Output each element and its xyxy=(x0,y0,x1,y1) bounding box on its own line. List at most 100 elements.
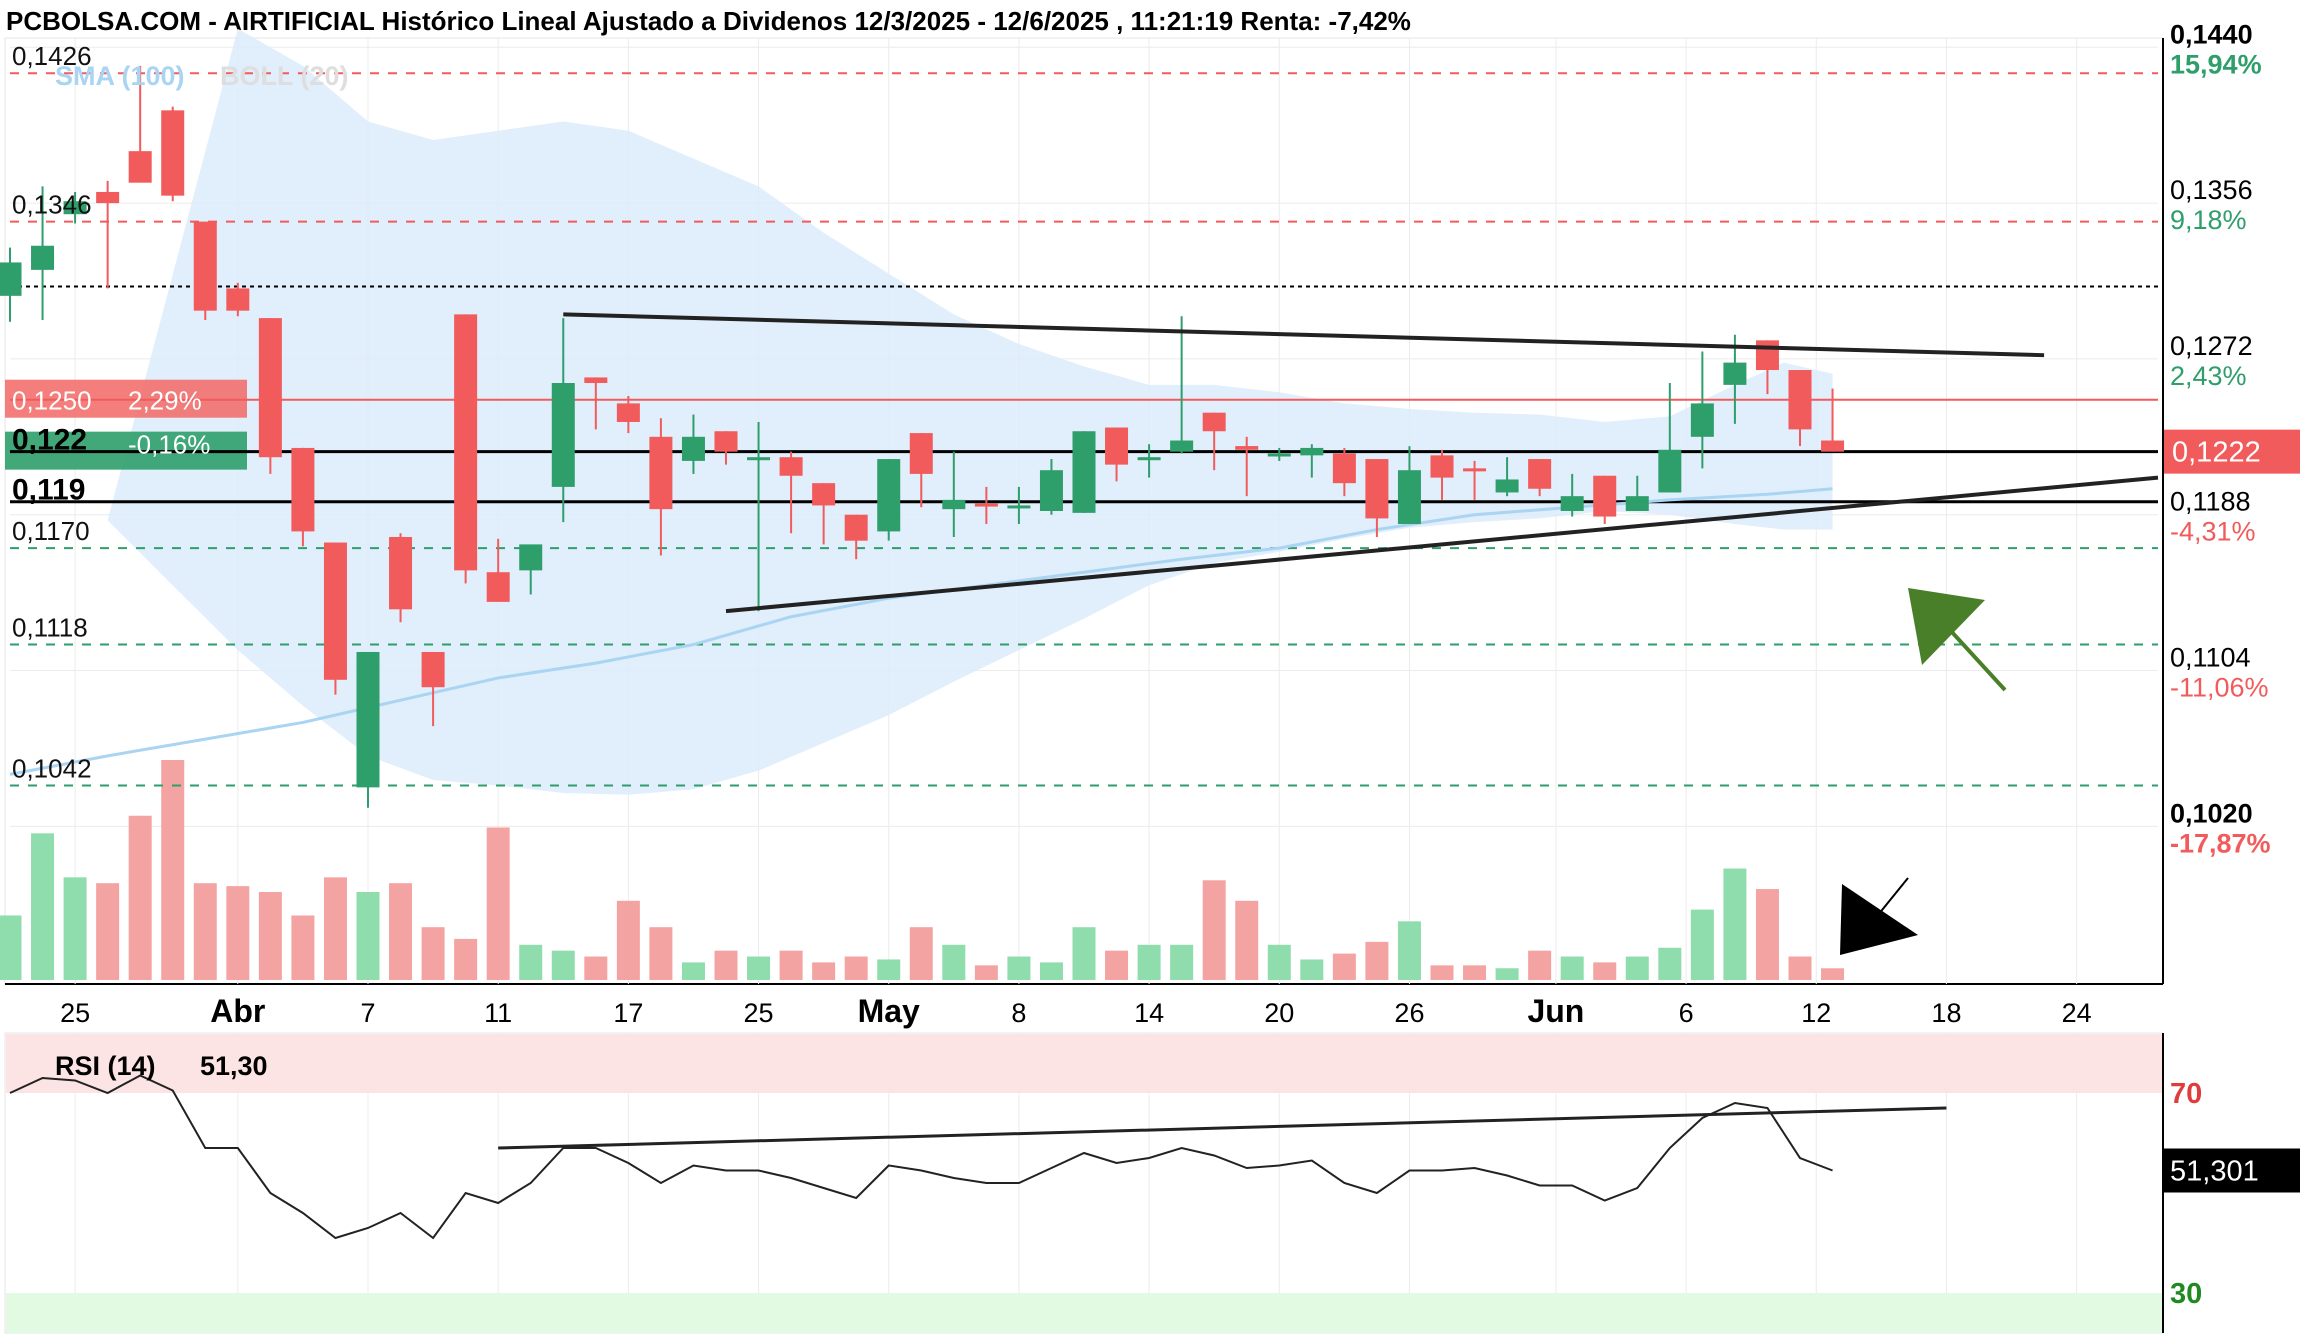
candle-body xyxy=(681,436,705,461)
volume-bar xyxy=(909,927,933,980)
candle-body xyxy=(356,651,380,788)
x-tick-label-2: 7 xyxy=(360,998,375,1028)
x-tick-label-14: 18 xyxy=(1931,998,1961,1028)
volume-bar xyxy=(486,827,510,980)
left-label-2: 0,1170 xyxy=(12,516,90,546)
x-tick-label-1: Abr xyxy=(210,993,265,1029)
volume-bar xyxy=(1463,965,1487,980)
rsi-current-value: 51,30 xyxy=(200,1051,268,1081)
candle-body xyxy=(389,536,413,610)
volume-bar xyxy=(1202,880,1226,980)
volume-bar xyxy=(0,915,22,980)
candle-body xyxy=(258,318,282,458)
right-price-4: 0,1104 xyxy=(2170,643,2251,673)
volume-bar xyxy=(1625,956,1649,980)
candle-body xyxy=(323,542,347,680)
volume-bar xyxy=(1105,950,1129,980)
volume-bar xyxy=(193,883,217,980)
candle-body xyxy=(942,499,966,510)
x-tick-label-9: 20 xyxy=(1264,998,1294,1028)
volume-bar xyxy=(1690,909,1714,980)
left-tag-price-0: 0,1250 xyxy=(12,386,92,416)
candle-body xyxy=(551,383,575,487)
candle-body xyxy=(128,151,152,183)
volume-bar xyxy=(1821,968,1845,980)
volume-bar xyxy=(1397,921,1421,980)
volume-bar xyxy=(1170,944,1194,980)
candle-body xyxy=(226,288,250,311)
candle-body xyxy=(1137,457,1161,461)
rsi-title: RSI (14) xyxy=(55,1051,156,1081)
candle-body xyxy=(1658,449,1682,493)
candle-body xyxy=(1039,470,1063,511)
right-price-5: 0,1020 xyxy=(2170,798,2253,828)
x-tick-label-6: May xyxy=(858,993,920,1029)
volume-bar xyxy=(1658,947,1682,980)
candle-body xyxy=(1723,362,1747,385)
candle-body xyxy=(1625,496,1649,511)
left-tag-price-1: 0,122 xyxy=(12,424,87,457)
left-tag-pct-0: 2,29% xyxy=(128,386,202,416)
x-tick-label-7: 8 xyxy=(1011,998,1026,1028)
x-tick-label-5: 25 xyxy=(744,998,774,1028)
candle-body xyxy=(1463,468,1487,472)
volume-bar xyxy=(1593,962,1617,980)
candle-body xyxy=(877,459,901,532)
volume-bar xyxy=(1365,941,1389,980)
right-pct-3: -4,31% xyxy=(2170,517,2256,547)
volume-bar xyxy=(323,877,347,980)
volume-bar xyxy=(161,760,185,980)
volume-bar xyxy=(1267,944,1291,980)
right-pct-0: 15,94% xyxy=(2170,49,2262,79)
candle-body xyxy=(1007,505,1031,509)
candle-body xyxy=(291,447,315,532)
right-pct-2: 2,43% xyxy=(2170,361,2247,391)
volume-bar xyxy=(421,927,445,980)
volume-bar xyxy=(454,938,478,980)
x-tick-label-3: 11 xyxy=(484,998,512,1028)
candle-body xyxy=(161,110,185,196)
candle-body xyxy=(1267,453,1291,457)
volume-bar xyxy=(812,962,836,980)
volume-bar xyxy=(551,950,575,980)
rsi-current-tag: 51,301 xyxy=(2170,1156,2259,1188)
volume-bar xyxy=(714,950,738,980)
candle-body xyxy=(812,483,836,506)
volume-bar xyxy=(1039,962,1063,980)
volume-bar xyxy=(258,892,282,980)
candle-body xyxy=(0,262,22,296)
x-tick-label-15: 24 xyxy=(2062,998,2092,1028)
x-tick-label-13: 12 xyxy=(1801,998,1831,1028)
volume-bar xyxy=(1332,953,1356,980)
rsi-level-label-0: 70 xyxy=(2170,1078,2202,1110)
x-tick-label-12: 6 xyxy=(1679,998,1694,1028)
candle-body xyxy=(421,651,445,688)
candle-body xyxy=(1755,340,1779,371)
x-tick-label-4: 17 xyxy=(613,998,643,1028)
chart-stage: PCBOLSA.COM - AIRTIFICIAL Histórico Line… xyxy=(0,0,2315,1340)
volume-bar xyxy=(1235,900,1259,980)
candle-body xyxy=(193,221,217,311)
candle-body xyxy=(96,191,120,204)
x-tick-label-10: 26 xyxy=(1394,998,1424,1028)
candle-body xyxy=(1365,459,1389,519)
volume-bar xyxy=(291,915,315,980)
candle-body xyxy=(1170,440,1194,452)
candle-body xyxy=(844,514,868,541)
candle-body xyxy=(1495,479,1519,493)
left-label-3: 0,1118 xyxy=(12,613,88,643)
volume-bar xyxy=(389,883,413,980)
volume-bar xyxy=(128,815,152,980)
volume-bar xyxy=(877,959,901,980)
sma-legend: SMA (100) xyxy=(55,61,185,91)
x-tick-label-8: 14 xyxy=(1134,998,1164,1028)
candle-body xyxy=(649,436,673,510)
volume-bar xyxy=(31,833,55,980)
candle-body xyxy=(1690,403,1714,437)
volume-bar xyxy=(649,927,673,980)
volume-bar xyxy=(1072,927,1096,980)
volume-bar xyxy=(519,944,543,980)
volume-bar xyxy=(1723,868,1747,980)
volume-bar xyxy=(1755,889,1779,980)
right-price-3: 0,1188 xyxy=(2170,487,2251,517)
